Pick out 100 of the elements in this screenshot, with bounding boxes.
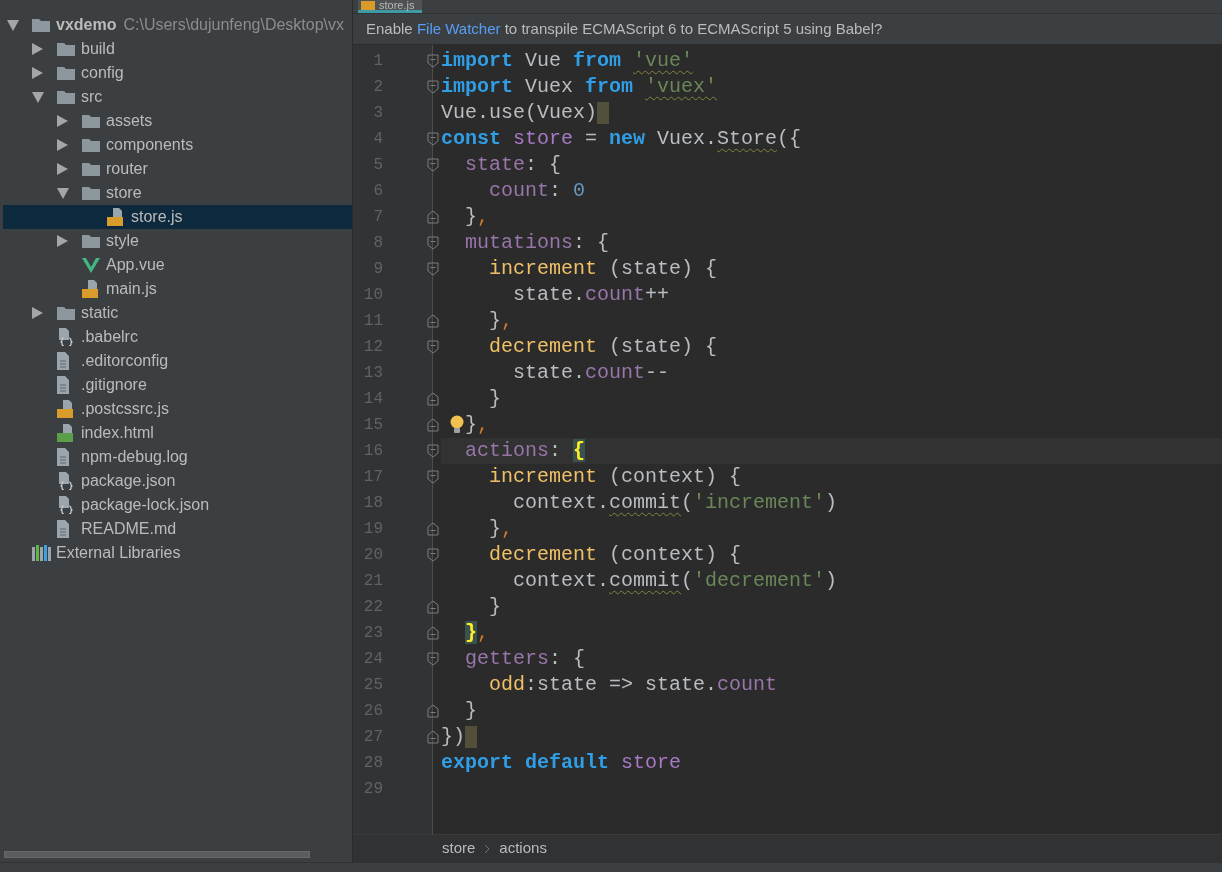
folder-icon xyxy=(82,162,100,176)
fold-icon[interactable] xyxy=(427,210,439,224)
code-line: context.commit('increment') xyxy=(513,490,838,516)
code-line: export default store xyxy=(441,750,682,776)
code-line: }) xyxy=(441,724,465,750)
code-line: } xyxy=(489,386,502,412)
code-line: state: { xyxy=(465,152,562,178)
horizontal-scrollbar[interactable] xyxy=(4,851,310,858)
code-line: }, xyxy=(465,620,490,646)
fold-icon[interactable] xyxy=(427,652,439,666)
code-line: decrement (context) { xyxy=(489,542,742,568)
tree-item[interactable]: assets xyxy=(3,109,352,133)
js-file-icon xyxy=(361,0,375,10)
fold-icon[interactable] xyxy=(427,80,439,94)
tree-item[interactable]: router xyxy=(3,157,352,181)
braces-file-icon xyxy=(57,328,73,346)
code-line: context.commit('decrement') xyxy=(513,568,838,594)
caret-right-icon[interactable] xyxy=(32,67,43,79)
tree-item[interactable]: components xyxy=(3,133,352,157)
fold-icon[interactable] xyxy=(427,600,439,614)
fold-icon[interactable] xyxy=(427,340,439,354)
fold-icon[interactable] xyxy=(427,132,439,146)
tree-item[interactable]: main.js xyxy=(3,277,352,301)
code-line: import Vuex from 'vuex' xyxy=(441,74,718,100)
tree-item[interactable]: src xyxy=(3,85,352,109)
tree-item[interactable]: store.js xyxy=(3,205,352,229)
folder-icon xyxy=(57,306,75,320)
light-bulb-icon[interactable] xyxy=(450,415,464,434)
code-line: increment (state) { xyxy=(489,256,718,282)
folder-icon xyxy=(82,186,100,200)
fold-icon[interactable] xyxy=(427,314,439,328)
code-line: }, xyxy=(465,412,490,438)
fold-icon[interactable] xyxy=(427,444,439,458)
editor-tab[interactable]: store.js xyxy=(358,0,423,13)
fold-icon[interactable] xyxy=(427,392,439,406)
code-line: count: 0 xyxy=(489,178,586,204)
code-line: }, xyxy=(489,308,514,334)
caret-right-icon[interactable] xyxy=(32,43,43,55)
tree-item[interactable]: index.html xyxy=(3,421,352,445)
braces-file-icon xyxy=(57,496,73,514)
tree-item[interactable]: vxdemo C:\Users\dujunfeng\Desktop\vx xyxy=(3,13,352,37)
folder-icon xyxy=(57,66,75,80)
tree-item[interactable]: External Libraries xyxy=(3,541,352,565)
library-icon xyxy=(32,545,51,561)
code-line: import Vue from 'vue' xyxy=(441,48,694,74)
caret-right-icon[interactable] xyxy=(57,235,68,247)
code-line: Vue.use(Vuex) xyxy=(441,100,598,126)
text-file-icon xyxy=(57,448,69,466)
code-line: const store = new Vuex.Store({ xyxy=(441,126,802,152)
folder-icon xyxy=(57,42,75,56)
folder-icon xyxy=(32,18,50,32)
fold-icon[interactable] xyxy=(427,418,439,432)
fold-icon[interactable] xyxy=(427,54,439,68)
text-file-icon xyxy=(57,376,69,394)
fold-icon[interactable] xyxy=(427,730,439,744)
chevron-right-icon xyxy=(484,843,491,854)
code-line: increment (context) { xyxy=(489,464,742,490)
fold-icon[interactable] xyxy=(427,522,439,536)
code-line: mutations: { xyxy=(465,230,610,256)
tree-item[interactable]: config xyxy=(3,61,352,85)
breadcrumb-item[interactable]: actions xyxy=(499,837,547,860)
fold-icon[interactable] xyxy=(427,626,439,640)
fold-icon[interactable] xyxy=(427,470,439,484)
tree-item[interactable]: App.vue xyxy=(3,253,352,277)
tree-item[interactable]: static xyxy=(3,301,352,325)
code-line: state.count++ xyxy=(513,282,670,308)
folder-icon xyxy=(57,90,75,104)
caret-down-icon[interactable] xyxy=(7,19,19,31)
tree-item[interactable]: package-lock.json xyxy=(3,493,352,517)
code-line: odd:state => state.count xyxy=(489,672,778,698)
tree-item[interactable]: .gitignore xyxy=(3,373,352,397)
code-line: } xyxy=(489,594,502,620)
tree-item[interactable]: package.json xyxy=(3,469,352,493)
notification-text: Enable File Watcher to transpile ECMAScript 6 to ECMAScript 5 using Babel? xyxy=(366,18,883,39)
tree-item[interactable]: build xyxy=(3,37,352,61)
caret-down-icon[interactable] xyxy=(57,187,69,199)
tree-item[interactable]: .postcssrc.js xyxy=(3,397,352,421)
code-line: state.count-- xyxy=(513,360,670,386)
tree-item[interactable]: store xyxy=(3,181,352,205)
tree-item[interactable]: .babelrc xyxy=(3,325,352,349)
caret-right-icon[interactable] xyxy=(57,139,68,151)
tree-item[interactable]: README.md xyxy=(3,517,352,541)
notification-link[interactable]: File Watcher xyxy=(416,19,501,37)
tree-item[interactable]: .editorconfig xyxy=(3,349,352,373)
project-path: C:\Users\dujunfeng\Desktop\vx xyxy=(123,15,344,35)
fold-icon[interactable] xyxy=(427,548,439,562)
fold-icon[interactable] xyxy=(427,158,439,172)
caret-down-icon[interactable] xyxy=(32,91,44,103)
caret-right-icon[interactable] xyxy=(57,163,68,175)
tree-item[interactable]: style xyxy=(3,229,352,253)
fold-icon[interactable] xyxy=(427,704,439,718)
tree-item[interactable]: npm-debug.log xyxy=(3,445,352,469)
breadcrumb-item[interactable]: store xyxy=(442,837,476,860)
folder-icon xyxy=(82,114,100,128)
code-line: } xyxy=(465,698,478,724)
fold-icon[interactable] xyxy=(427,236,439,250)
caret-right-icon[interactable] xyxy=(57,115,68,127)
caret-right-icon[interactable] xyxy=(32,307,43,319)
fold-icon[interactable] xyxy=(427,262,439,276)
code-line: }, xyxy=(465,204,490,230)
